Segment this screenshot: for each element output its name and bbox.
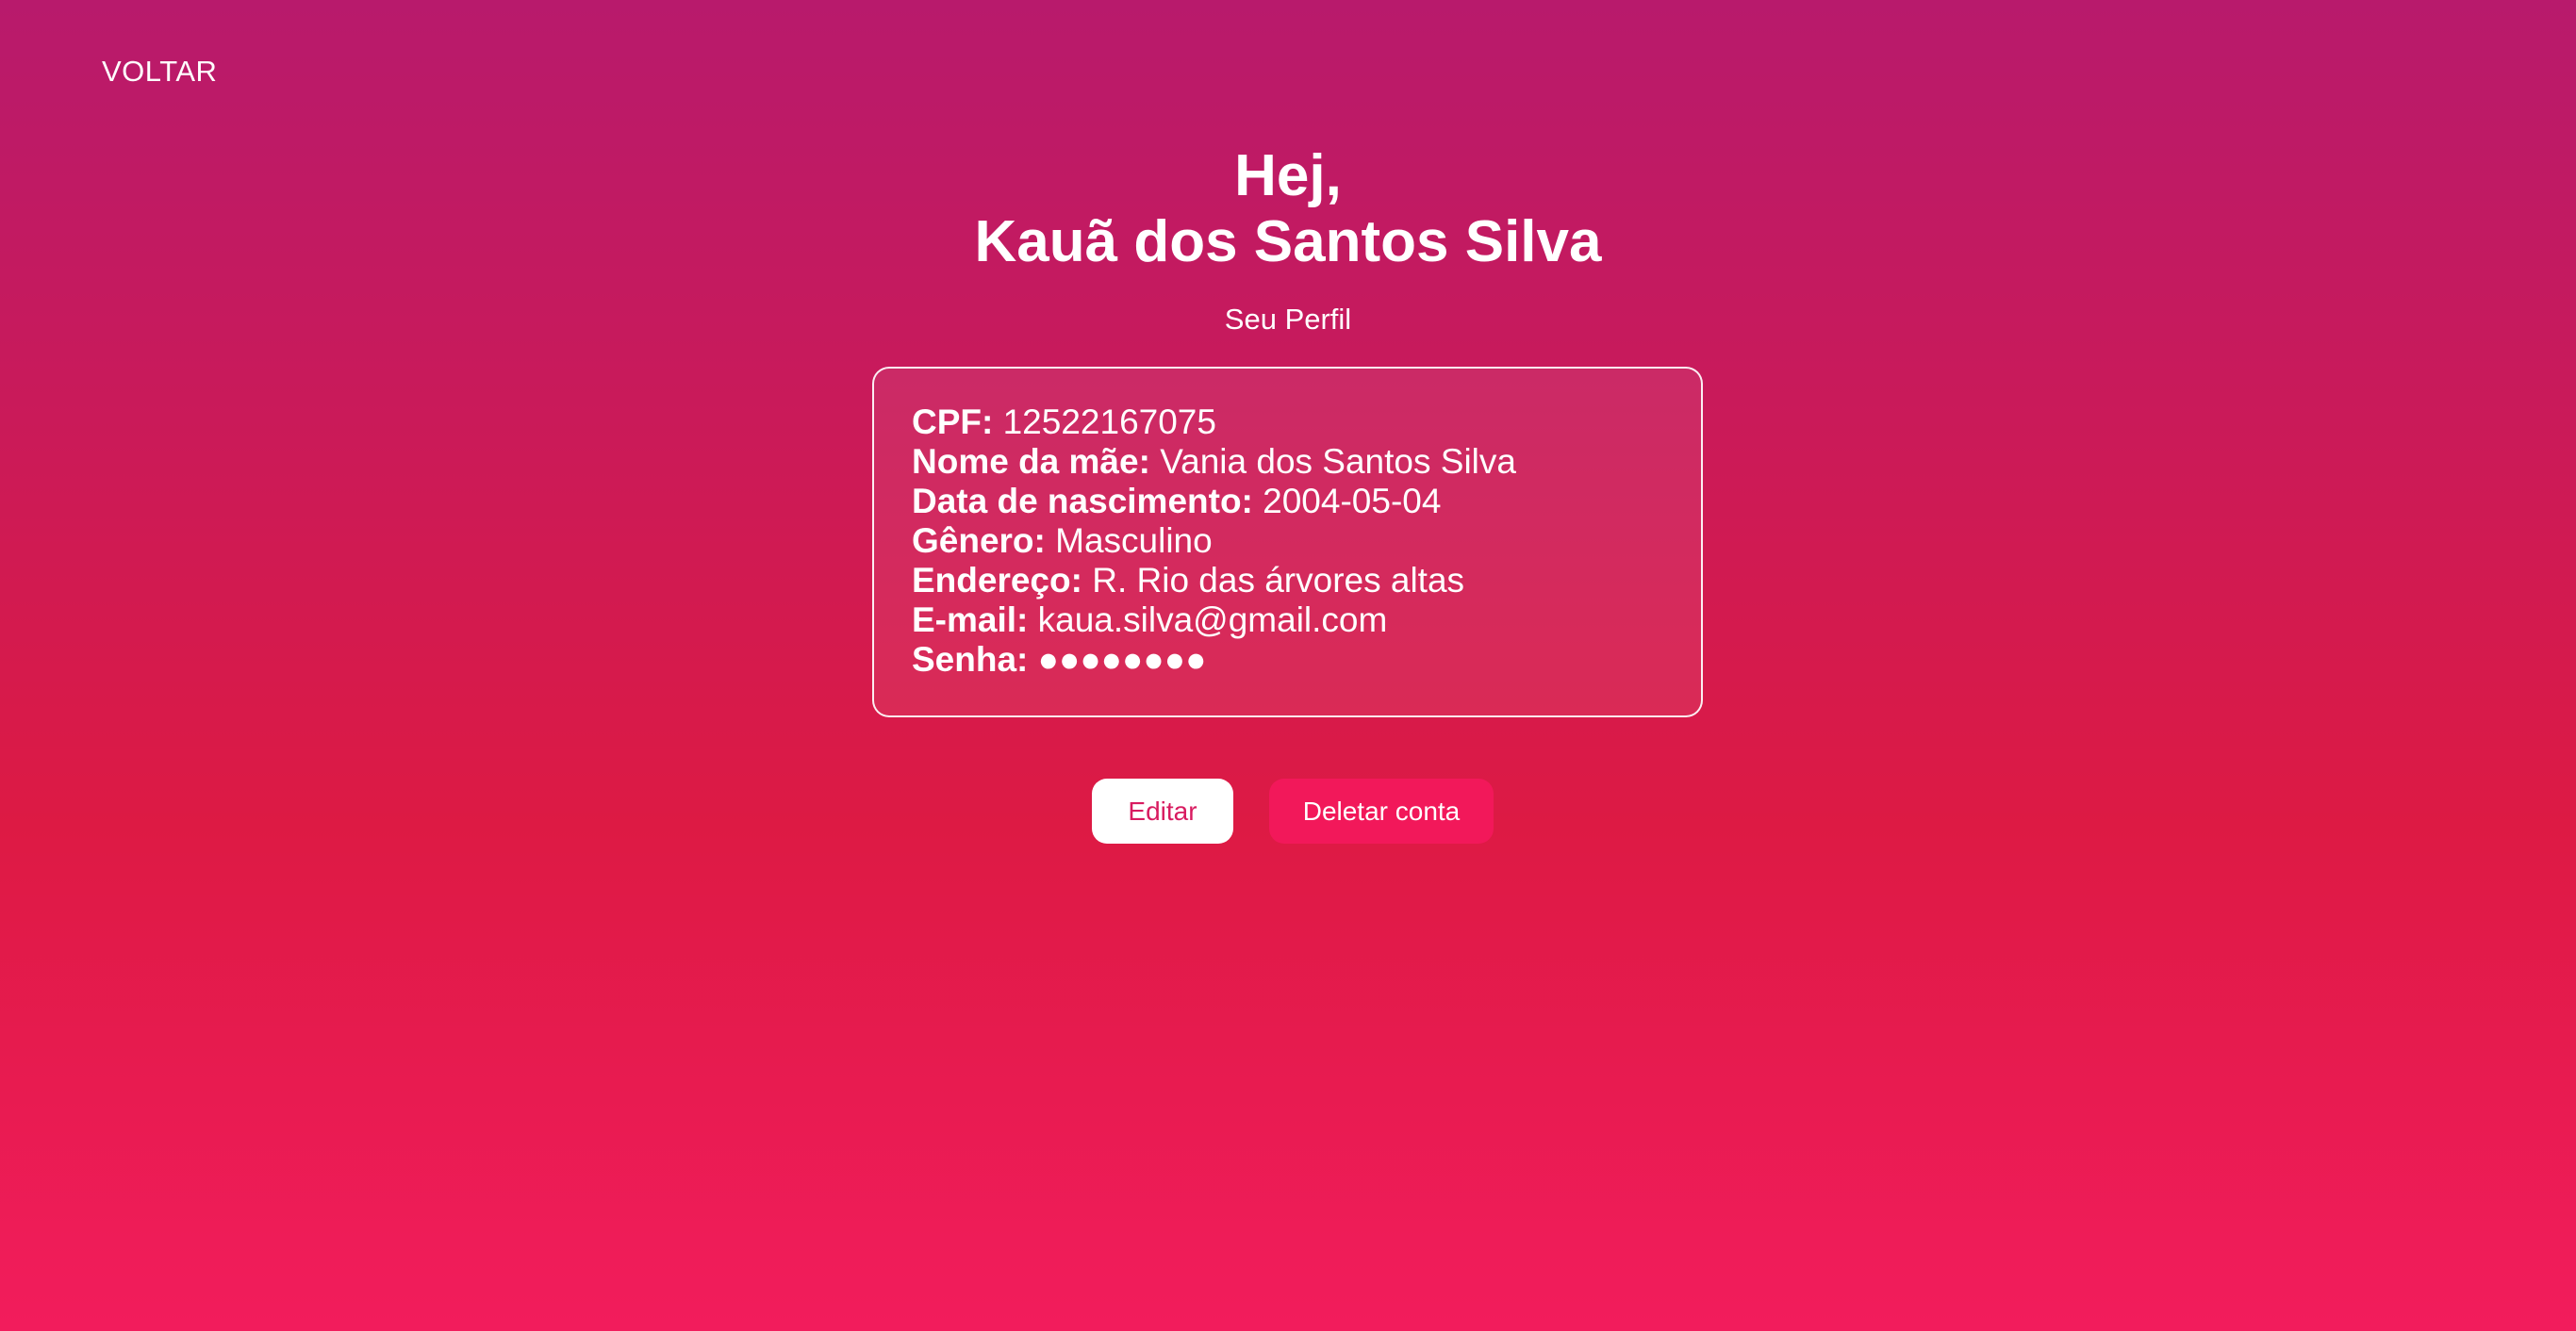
field-value: 12522167075 (1002, 403, 1216, 441)
field-value: ●●●●●●●● (1037, 640, 1207, 679)
field-value: 2004-05-04 (1263, 482, 1442, 520)
field-label: Nome da mãe: (912, 442, 1150, 481)
field-gender: Gênero: Masculino (912, 521, 1663, 561)
field-birth-date: Data de nascimento: 2004-05-04 (912, 482, 1663, 521)
field-label: CPF: (912, 403, 994, 441)
field-label: Gênero: (912, 521, 1046, 560)
field-mother-name: Nome da mãe: Vania dos Santos Silva (912, 442, 1663, 482)
field-cpf: CPF: 12522167075 (912, 403, 1663, 442)
page-subtitle: Seu Perfil (1224, 303, 1352, 336)
page-title: Hej, Kauã dos Santos Silva (0, 143, 2576, 275)
field-value: Vania dos Santos Silva (1160, 442, 1516, 481)
field-value: Masculino (1055, 521, 1213, 560)
delete-account-button[interactable]: Deletar conta (1269, 779, 1494, 844)
field-email: E-mail: kaua.silva@gmail.com (912, 600, 1663, 640)
field-label: Data de nascimento: (912, 482, 1253, 520)
field-value: kaua.silva@gmail.com (1037, 600, 1388, 639)
field-password: Senha: ●●●●●●●● (912, 640, 1663, 680)
field-address: Endereço: R. Rio das árvores altas (912, 561, 1663, 600)
back-link[interactable]: VOLTAR (102, 55, 217, 89)
field-label: E-mail: (912, 600, 1029, 639)
user-name: Kauã dos Santos Silva (974, 209, 1602, 274)
profile-card: CPF: 12522167075 Nome da mãe: Vania dos Sa… (872, 367, 1703, 717)
edit-button[interactable]: Editar (1092, 779, 1233, 844)
field-label: Senha: (912, 640, 1029, 679)
field-label: Endereço: (912, 561, 1082, 600)
field-value: R. Rio das árvores altas (1092, 561, 1465, 600)
greeting-text: Hej, (1234, 143, 1342, 208)
